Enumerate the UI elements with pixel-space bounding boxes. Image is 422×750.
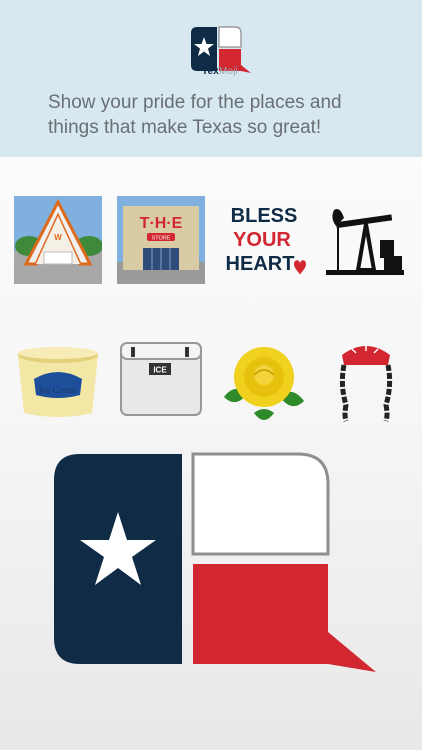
header-banner: TexMoji Show your pride for the places a… [0,0,422,157]
ice-cream-tub-icon[interactable]: Ice Cream [14,335,102,423]
bless-text: BLESS [231,205,298,227]
heart-text: HEART [226,253,295,275]
store-sign-title: T·H·E [140,215,183,232]
ice-cooler-icon[interactable]: ICE [117,335,205,423]
ice-cream-label: Ice Cream [39,385,76,395]
store-sign-subtitle: STORE [152,236,171,242]
the-store-icon[interactable]: T·H·E STORE [117,196,205,284]
cooler-label: ICE [153,366,167,375]
tagline: Show your pride for the places and thing… [48,92,342,138]
logo-moji-text: Moji [218,66,239,77]
restaurant-a-frame-icon[interactable]: W [14,196,102,284]
oil-pumpjack-icon[interactable] [322,196,410,284]
bless-your-heart-icon[interactable]: BLESS YOUR HEART [220,196,308,284]
yellow-rose-icon[interactable] [220,335,308,423]
logo-tex-text: Tex [201,66,219,77]
logo-wordmark: TexMoji [190,66,250,77]
svg-text:W: W [54,233,62,242]
bandana-braids-icon[interactable] [322,335,410,423]
texmoji-logo-large-icon [54,452,376,672]
your-text: YOUR [233,229,291,251]
